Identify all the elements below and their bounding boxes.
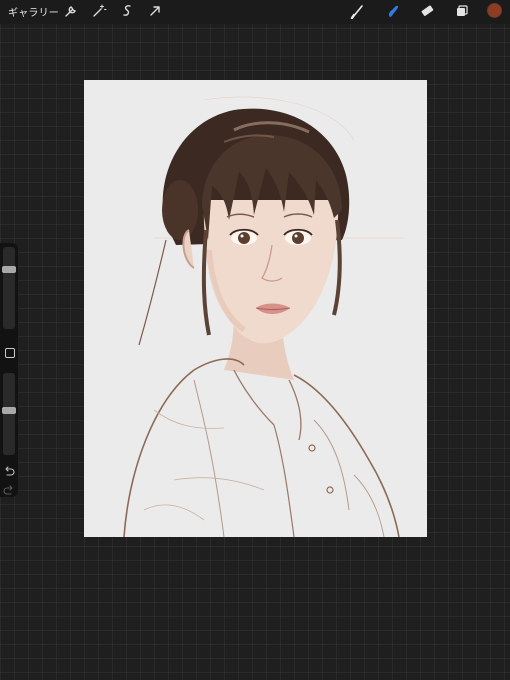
selection-icon[interactable] — [119, 3, 135, 19]
opacity-thumb[interactable] — [2, 407, 16, 414]
gallery-button[interactable]: ギャラリー — [8, 4, 59, 19]
top-toolbar: ギャラリー — [0, 0, 510, 24]
modify-square-icon[interactable] — [5, 348, 15, 358]
portrait-sketch — [123, 96, 404, 537]
eraser-icon[interactable] — [419, 3, 435, 19]
smudge-icon[interactable] — [385, 3, 401, 19]
brush-size-thumb[interactable] — [2, 266, 16, 273]
layers-icon[interactable] — [454, 3, 470, 19]
undo-icon[interactable] — [2, 463, 16, 476]
wrench-icon[interactable] — [63, 3, 79, 19]
magic-wand-icon[interactable] — [91, 3, 107, 19]
opacity-slider[interactable] — [2, 373, 16, 455]
left-sidebar — [0, 243, 18, 497]
brush-icon[interactable] — [350, 3, 366, 19]
color-swatch[interactable] — [487, 3, 502, 18]
redo-icon[interactable] — [2, 482, 16, 495]
transform-arrow-icon[interactable] — [147, 3, 163, 19]
drawing-canvas[interactable] — [84, 80, 427, 537]
brush-size-slider[interactable] — [2, 247, 16, 329]
